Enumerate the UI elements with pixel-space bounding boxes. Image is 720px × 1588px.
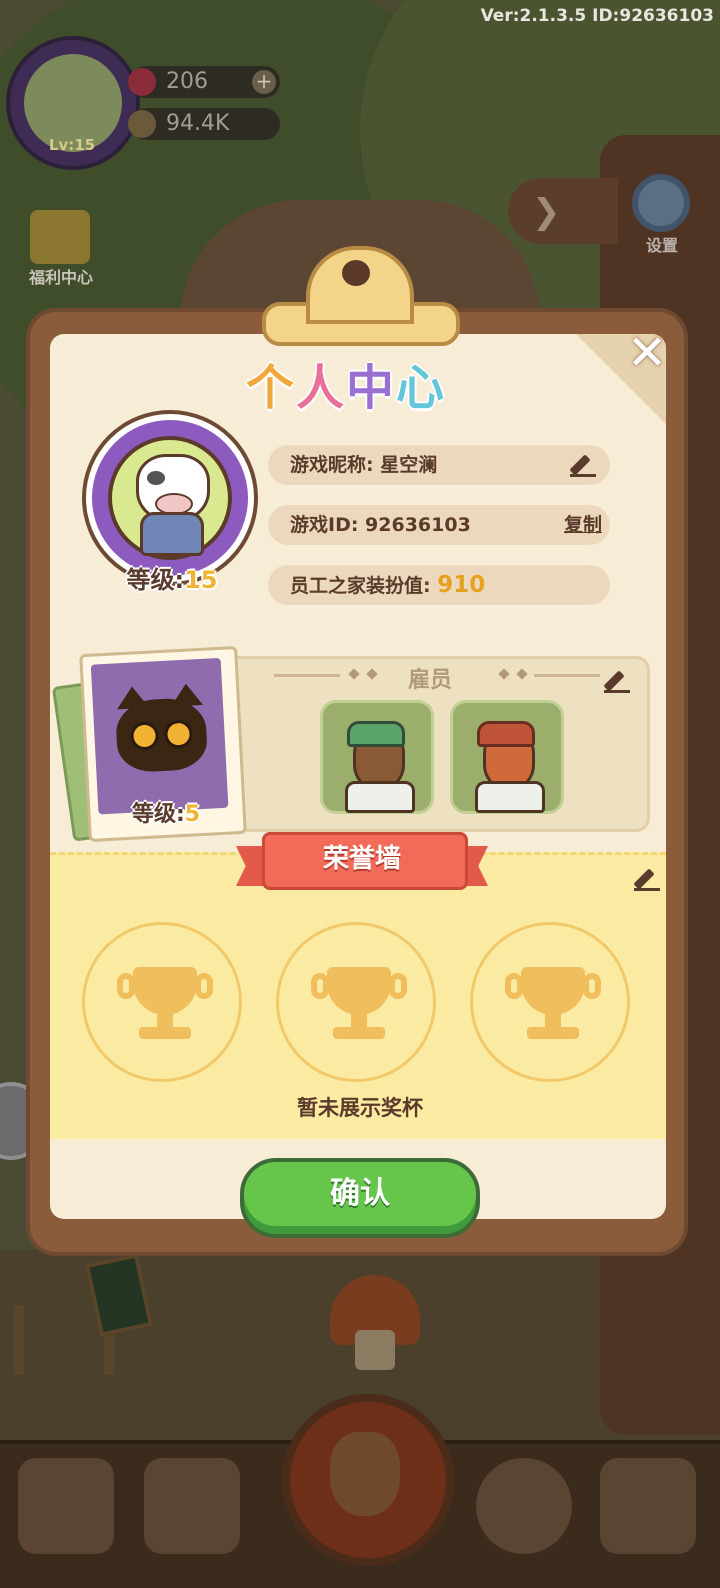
gem-count: 206 [166,69,208,94]
black-cat-icon [114,682,209,774]
modal-header-badge [262,246,460,346]
acorn-icon [128,110,156,138]
trophy-icon [327,967,391,1015]
shirt-shape [475,781,545,813]
honor-wall-ribbon: 荣誉墙 [236,828,488,892]
pen-underline [604,690,630,693]
acorn-main-button[interactable] [282,1394,454,1566]
nickname-row: 游戏昵称: 星空澜 [268,445,610,485]
trophy-handle [583,973,601,999]
cat-eye [163,719,194,749]
cow-spot [147,471,165,485]
pet-level-prefix: 等级: [131,802,185,827]
trophy-base [527,1027,579,1039]
edit-icon[interactable] [603,668,630,694]
house-button[interactable] [600,1458,696,1554]
game-id-row: 游戏ID: 92636103 复制 [268,505,610,545]
employees-title: 雇员 [408,668,453,693]
pen-shape [603,670,625,692]
divider [534,674,600,677]
acorn-count: 94.4K [166,111,230,136]
welfare-label: 福利中心 [28,268,93,287]
honor-wall-title: 荣誉墙 [322,844,401,874]
title-char: 人 [296,360,347,416]
modal-title: 个人中心 [246,348,486,422]
mushroom-stem [355,1330,395,1370]
pen-underline [634,888,660,891]
side-menu-toggle[interactable]: ❯ [508,178,618,244]
no-trophy-message: 暂未展示奖杯 [297,1096,423,1120]
add-gems-button[interactable]: + [252,70,276,94]
trophy-slot[interactable] [470,922,630,1082]
staff-board-button[interactable] [144,1458,240,1554]
gem-icon [128,68,156,96]
welfare-center-button[interactable]: 福利中心 [16,206,106,296]
title-char: 个 [246,360,297,416]
trophy-handle [195,973,213,999]
copy-id-button[interactable]: 复制 [564,505,602,545]
trophy-slot[interactable] [276,922,436,1082]
cat-eye [129,721,160,751]
decor-label: 员工之家装扮值: [290,575,431,597]
gem-counter: 206 + [128,66,280,98]
trophy-base [139,1027,191,1039]
player-avatar[interactable]: Lv:15 [6,36,140,170]
player-level: Lv:15 [48,136,96,154]
edit-icon[interactable] [633,866,660,892]
decor-value: 910 [437,572,486,598]
acorn-icon [330,1432,400,1516]
cat-ear [115,685,150,710]
title-char: 心 [396,360,447,416]
chevron-right-icon: ❯ [532,192,561,232]
settings-label: 设置 [645,236,678,255]
title-char: 中 [346,360,397,416]
trophy-icon [133,967,197,1015]
employee-card-monkey[interactable] [320,700,434,814]
pet-card-image [90,657,229,815]
pet-level: 等级:5 [106,796,226,828]
trophy-icon [521,967,585,1015]
pen-shape [633,868,655,890]
trophy-slot[interactable] [82,922,242,1082]
pet-level-value: 5 [184,802,201,827]
divider [274,674,340,677]
cow-overalls [140,512,204,556]
level-value: 15 [184,566,218,594]
edit-icon[interactable] [569,452,596,478]
decor-value-row: 员工之家装扮值: 910 [268,565,610,605]
confirm-button[interactable]: 确认 [240,1158,480,1238]
level-prefix: 等级: [126,566,185,594]
gear-icon [632,174,690,232]
acorn-counter: 94.4K [128,108,280,140]
version-label: Ver:2.1.3.5 ID:92636103 [480,6,714,26]
settings-button[interactable]: 设置 [628,170,698,260]
locked-feature-button[interactable] [476,1458,572,1554]
employee-card-fox[interactable] [450,700,564,814]
pen-shape [569,454,591,476]
pen-underline [570,474,596,477]
hat-shape [477,721,535,747]
game-id-text: 游戏ID: 92636103 [290,514,471,536]
profile-avatar[interactable] [86,414,254,582]
cap-shape [347,721,405,747]
cat-ear [169,682,204,707]
heart-icon [342,260,370,286]
trophy-base [333,1027,385,1039]
gift-box-icon [30,210,90,264]
profile-level: 等级:15 [110,560,234,595]
trophy-handle [389,973,407,999]
close-button[interactable]: ✕ [620,326,674,380]
shop-button[interactable] [18,1458,114,1554]
nickname-text: 游戏昵称: 星空澜 [290,454,438,476]
shirt-shape [345,781,415,813]
